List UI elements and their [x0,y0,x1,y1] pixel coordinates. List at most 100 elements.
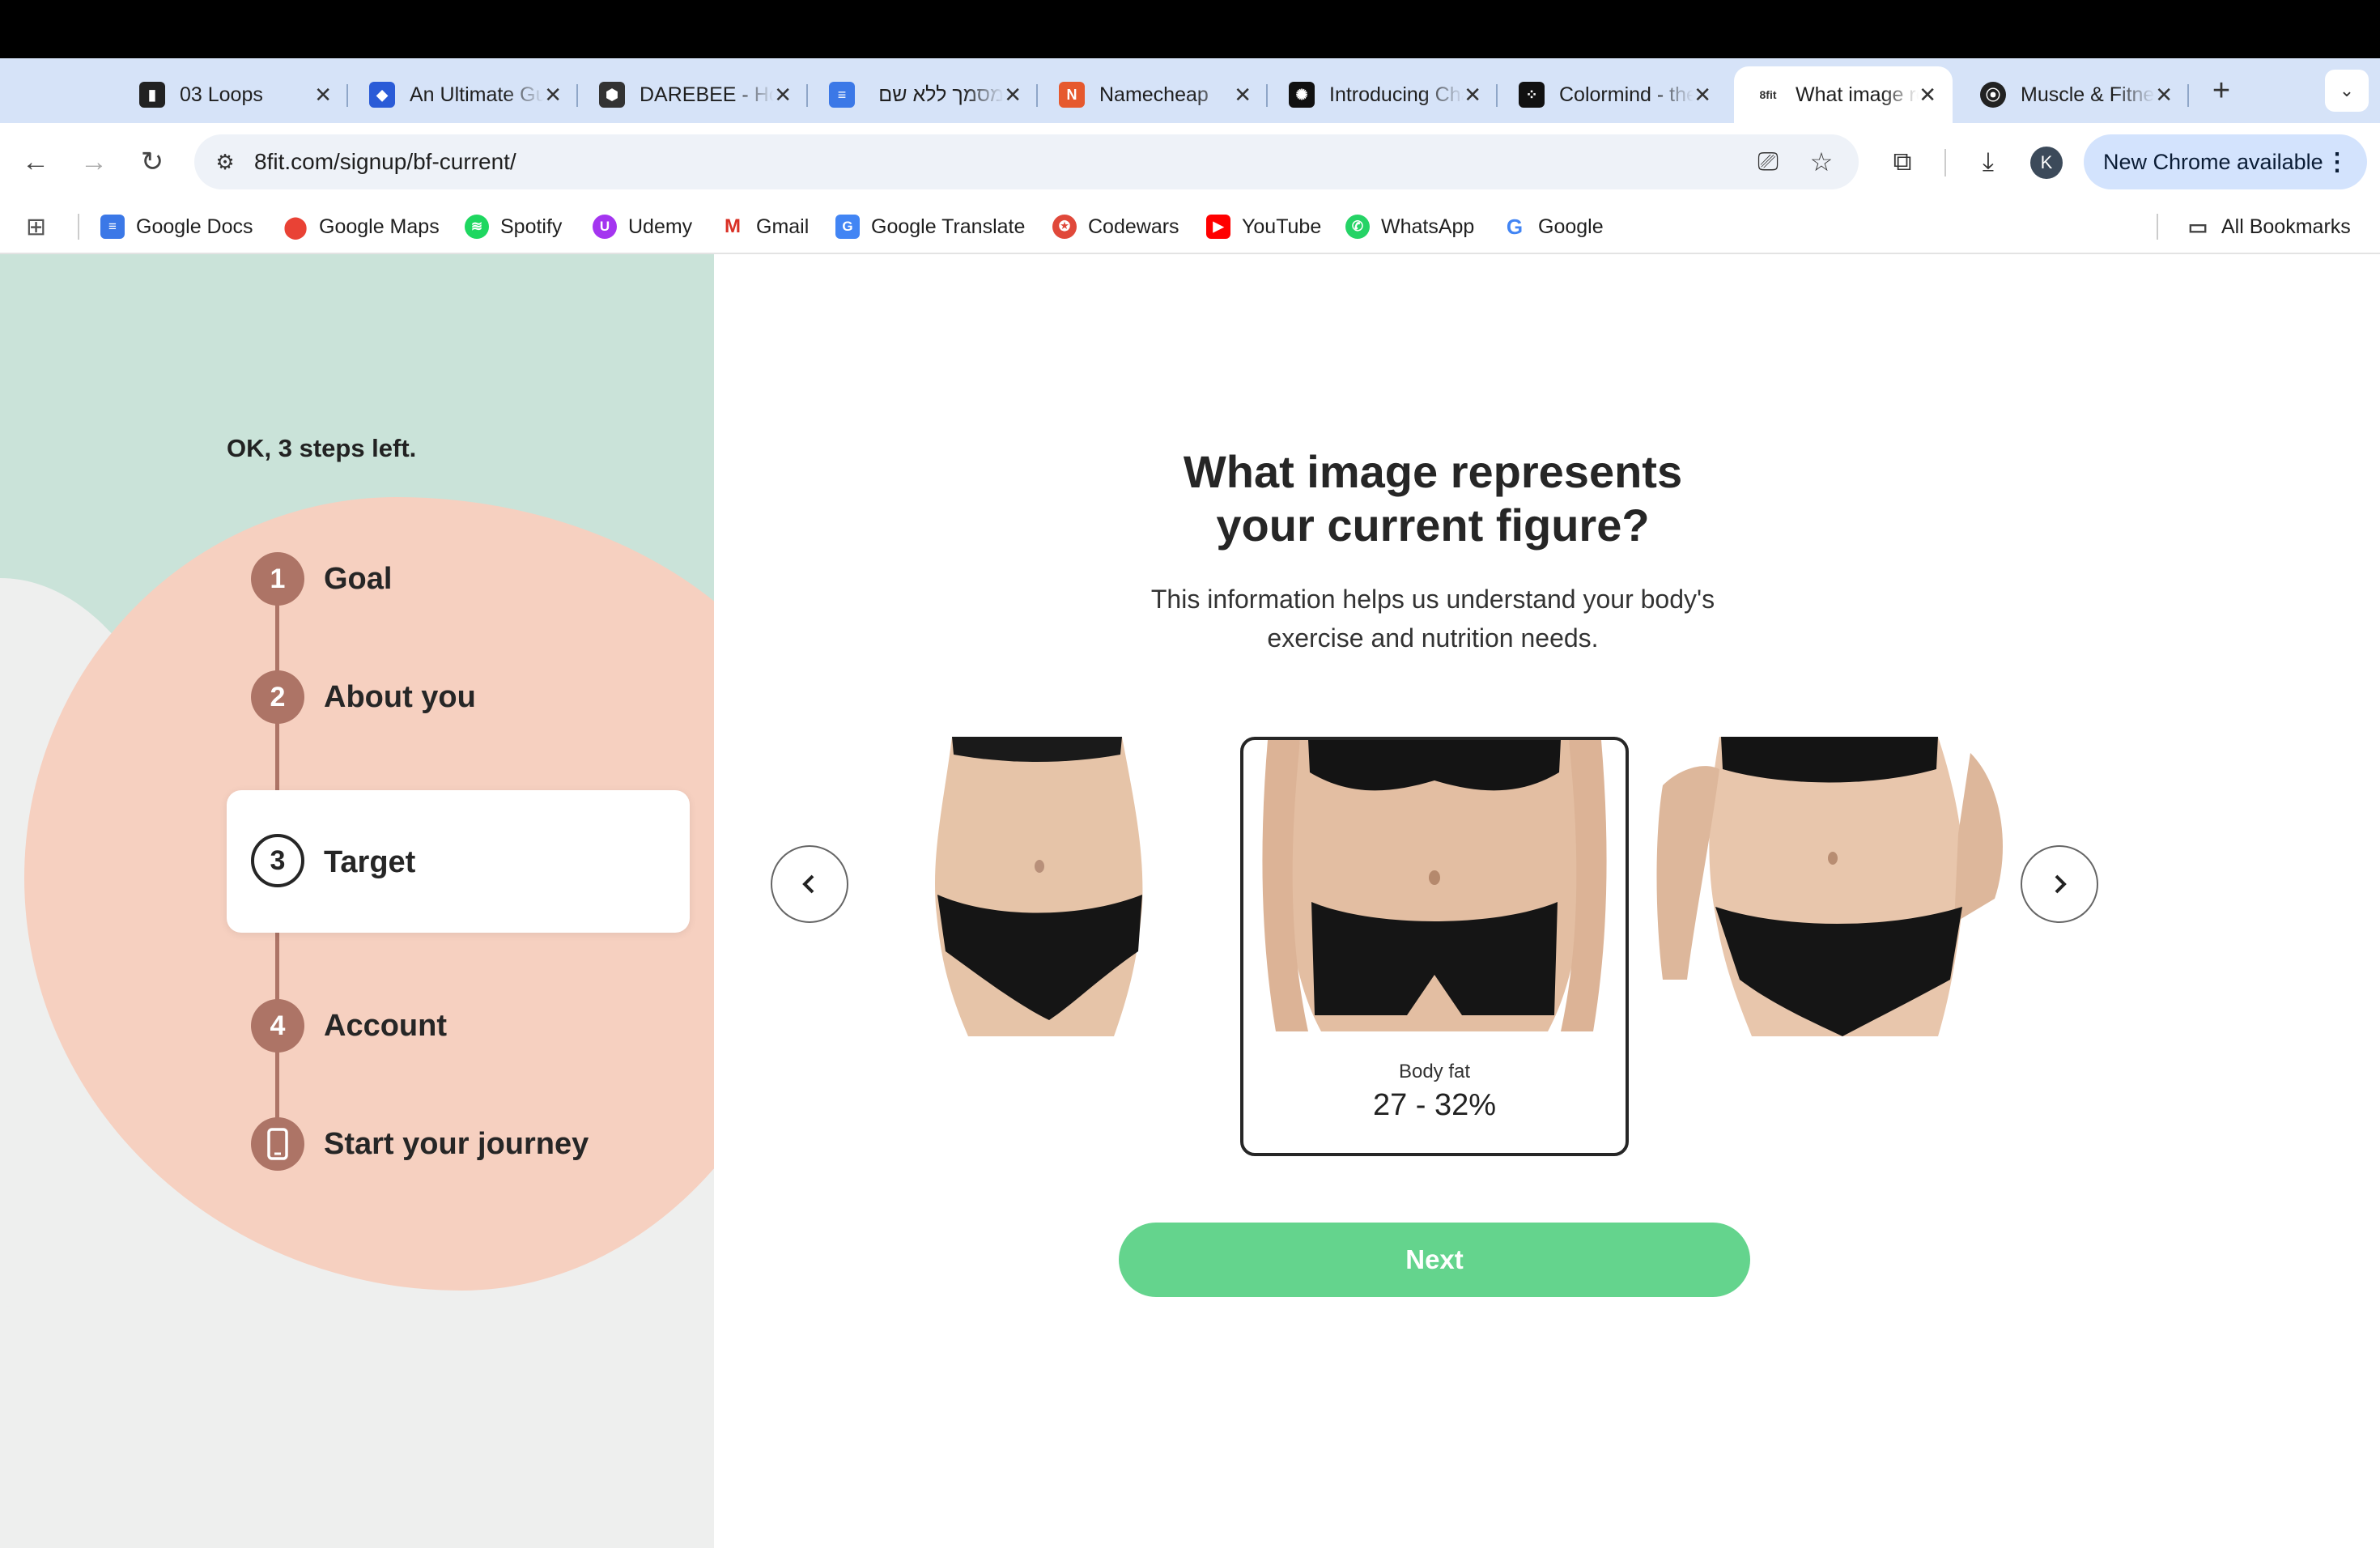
bookmark-spotify[interactable]: ≋ Spotify [465,211,562,243]
bookmarks-divider [2157,214,2158,240]
docs-icon: ≡ [100,215,125,239]
tab-chatgpt[interactable]: ✺ Introducing ChatGPT ✕ [1268,66,1498,123]
step-label-account: Account [324,1009,447,1043]
new-tab-button[interactable]: + [2202,71,2241,110]
tab-hebrew-doc[interactable]: ≡ מסמך ללא שם ✕ [808,66,1038,123]
tab-darebee[interactable]: ⬢ DAREBEE - Home ✕ [578,66,808,123]
step-number-2: 2 [251,670,304,724]
tab-search-chevron-icon[interactable]: ⌄ [2325,70,2369,112]
tab-muscle-fitness[interactable]: ⦿ Muscle & Fitness ✕ [1959,66,2189,123]
openai-icon: ✺ [1289,82,1315,108]
chrome-update-button[interactable]: New Chrome available ⋮ [2084,134,2367,189]
tab-strip: ▮ 03 Loops ✕ ◆ An Ultimate Guide ✕ ⬢ DAR… [0,58,2380,123]
folder-icon: ▭ [2186,215,2210,239]
tab-title: Introducing ChatGPT [1329,83,1464,106]
tab-loops[interactable]: ▮ 03 Loops ✕ [118,66,348,123]
bookmark-label: WhatsApp [1381,215,1475,238]
bookmark-whatsapp[interactable]: ✆ WhatsApp [1345,211,1474,243]
close-tab-icon[interactable]: ✕ [1004,83,1022,108]
subtitle-line-2: exercise and nutrition needs. [1267,623,1599,653]
previous-option-button[interactable] [771,845,848,923]
os-menu-bar [0,0,2380,58]
profile-avatar[interactable]: K [2030,147,2063,179]
title-line-1: What image represents [1183,446,1683,497]
chevron-left-icon [802,874,814,894]
download-icon[interactable]: ⤓ [1969,142,2008,181]
bookmark-codewars[interactable]: ✪ Codewars [1052,211,1179,243]
subtitle-line-1: This information helps us understand you… [1150,585,1715,614]
bookmark-label: Gmail [756,215,810,238]
all-bookmarks-button[interactable]: ▭ All Bookmarks [2186,211,2351,243]
close-tab-icon[interactable]: ✕ [1234,83,1252,108]
bookmark-label: Google [1538,215,1604,238]
back-arrow-icon[interactable]: ← [16,142,55,181]
step-label-goal: Goal [324,562,393,596]
bookmark-google-translate[interactable]: G Google Translate [835,211,1025,243]
phone-icon [267,1128,288,1160]
body-option-left[interactable] [855,737,1243,1156]
close-tab-icon[interactable]: ✕ [2155,83,2173,108]
tab-colormind[interactable]: ⁘ Colormind - the AI ✕ [1498,66,1728,123]
docs-icon: ≡ [829,82,855,108]
tab-favicon-icon: ▮ [139,82,165,108]
tab-favicon-icon: ◆ [369,82,395,108]
bookmark-star-icon[interactable]: ☆ [1802,142,1841,181]
bookmark-udemy[interactable]: U Udemy [593,211,692,243]
tab-title: מסמך ללא שם [878,83,1005,106]
bookmark-google-maps[interactable]: ⬤ Google Maps [283,211,440,243]
close-tab-icon[interactable]: ✕ [1919,83,1936,108]
forward-arrow-icon[interactable]: → [74,142,113,181]
bookmark-label: Codewars [1088,215,1179,238]
tab-namecheap[interactable]: N Namecheap ✕ [1038,66,1268,123]
tab-title: What image represents [1796,83,1919,106]
bookmark-label: YouTube [1242,215,1322,238]
chrome-update-label: New Chrome available [2103,149,2323,174]
chevron-right-icon [2055,874,2067,894]
more-menu-icon[interactable]: ⋮ [2325,148,2349,176]
step-number-1: 1 [251,552,304,606]
tab-title: Muscle & Fitness [2021,83,2155,106]
8fit-icon: 8fit [1755,82,1781,108]
whatsapp-icon: ✆ [1345,215,1370,239]
bookmark-google[interactable]: G Google [1502,211,1604,243]
udemy-icon: U [593,215,617,239]
bookmark-youtube[interactable]: ▶ YouTube [1206,211,1321,243]
close-tab-icon[interactable]: ✕ [1694,83,1711,108]
page-title: What image represents your current figur… [1052,445,1813,552]
step-label-target: Target [324,845,416,879]
body-figure-image [1262,740,1607,1031]
toolbar-divider [1944,149,1946,176]
namecheap-icon: N [1059,82,1085,108]
bookmark-label: Google Docs [136,215,253,238]
maps-pin-icon: ⬤ [283,214,308,239]
tab-ultimate-guide[interactable]: ◆ An Ultimate Guide ✕ [348,66,578,123]
darebee-icon: ⬢ [599,82,625,108]
gmail-icon: M [720,215,745,239]
dumbbell-icon: ⦿ [1980,82,2006,108]
url-text[interactable]: 8fit.com/signup/bf-current/ [254,149,516,175]
next-button[interactable]: Next [1119,1223,1750,1297]
body-option-right[interactable] [1630,737,2019,1156]
site-info-icon[interactable]: ⚙ [206,142,244,181]
step-phone [251,1117,304,1171]
bookmark-label: Google Translate [871,215,1026,238]
tab-8fit-active[interactable]: 8fit What image represents ✕ [1734,66,1953,123]
extensions-puzzle-icon[interactable]: ⧉ [1883,142,1922,181]
bookmarks-divider [78,214,79,240]
apps-grid-icon[interactable]: ⊞ [26,211,46,243]
close-tab-icon[interactable]: ✕ [774,83,792,108]
bookmark-label: Udemy [628,215,693,238]
reload-icon[interactable]: ↻ [133,142,172,181]
tab-title: Colormind - the AI [1559,83,1694,106]
steps-left-text: OK, 3 steps left. [227,434,417,462]
bookmark-google-docs[interactable]: ≡ Google Docs [100,211,253,243]
next-option-button[interactable] [2021,845,2098,923]
close-tab-icon[interactable]: ✕ [544,83,562,108]
install-app-icon[interactable]: ⎚ [1749,142,1787,181]
close-tab-icon[interactable]: ✕ [314,83,332,108]
step-label-start-journey: Start your journey [324,1127,589,1161]
bookmark-gmail[interactable]: M Gmail [720,211,809,243]
codewars-icon: ✪ [1052,215,1077,239]
close-tab-icon[interactable]: ✕ [1464,83,1481,108]
tab-title: DAREBEE - Home [640,83,774,106]
